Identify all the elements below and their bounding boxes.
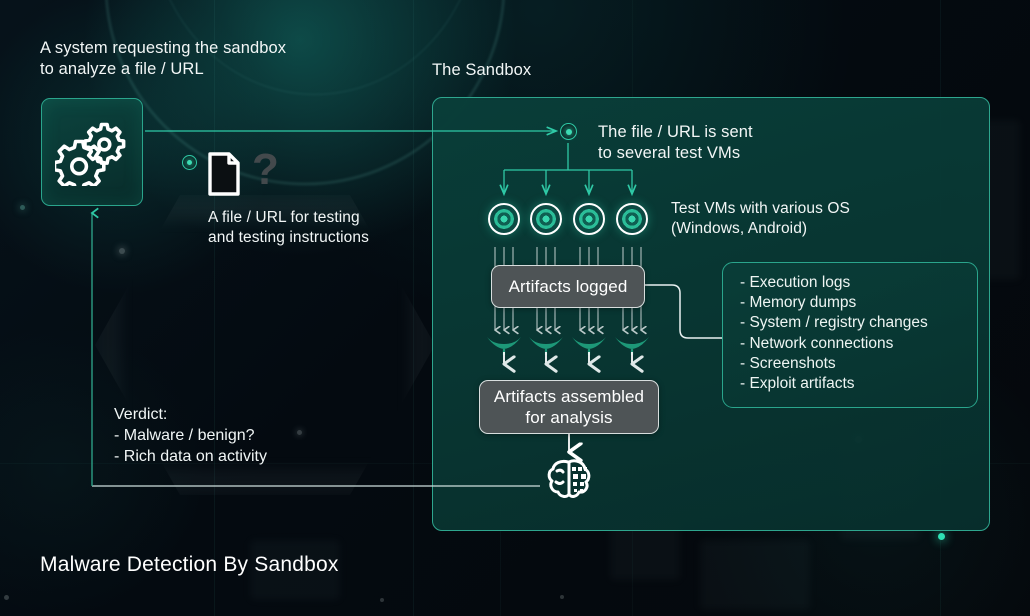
background-dot [380,598,384,602]
artifacts-list: - Execution logs - Memory dumps - System… [723,263,977,394]
background-dot [20,205,25,210]
sandbox-heading: The Sandbox [432,61,532,79]
test-vm-circle[interactable] [488,203,520,235]
entry-caption: The file / URL is sent to several test V… [598,123,753,162]
background-block [700,540,810,610]
verdict-title: Verdict: [114,406,168,423]
list-item: - Execution logs [740,274,851,291]
brain-circuit-icon [547,459,591,498]
left-heading: A system requesting the sandbox to analy… [40,39,287,78]
page-title: Malware Detection By Sandbox [40,553,339,576]
background-grid-line [214,0,215,616]
artifacts-logged-box[interactable]: Artifacts logged [491,265,645,308]
list-item: - Rich data on activity [114,448,267,465]
test-vm-circle[interactable] [573,203,605,235]
entry-dot-marker [560,123,577,140]
document-icon [208,152,240,196]
list-item: - Malware / benign? [114,427,255,444]
test-vm-circle[interactable] [530,203,562,235]
artifacts-list-box: - Execution logs - Memory dumps - System… [722,262,978,408]
list-item: - Memory dumps [740,294,857,312]
background-dot [119,248,125,254]
question-mark-icon: ? [252,145,279,194]
requesting-system-box[interactable] [41,98,143,206]
test-vm-circle[interactable] [616,203,648,235]
verdict-block: Verdict: - Malware / benign? - Rich data… [114,404,414,467]
list-item: - Screenshots [740,354,836,372]
verdict-list: - Malware / benign? - Rich data on activ… [114,425,414,467]
list-item: - Exploit artifacts [740,375,855,393]
gears-icon [55,122,126,186]
background-dot [4,595,9,600]
background-grid-line [413,0,414,616]
background-dot [560,595,564,599]
file-dot-marker [182,155,197,170]
file-caption: A file / URL for testing and testing ins… [208,209,369,246]
diagram-canvas: ? Artifacts logged Artifacts assembled f… [0,0,1030,616]
background-dot [938,533,945,540]
list-item: - Network connections [740,334,894,352]
list-item: - System / registry changes [740,314,928,332]
artifacts-assembled-box[interactable]: Artifacts assembled for analysis [479,380,659,434]
vm-caption: Test VMs with various OS (Windows, Andro… [671,200,850,237]
